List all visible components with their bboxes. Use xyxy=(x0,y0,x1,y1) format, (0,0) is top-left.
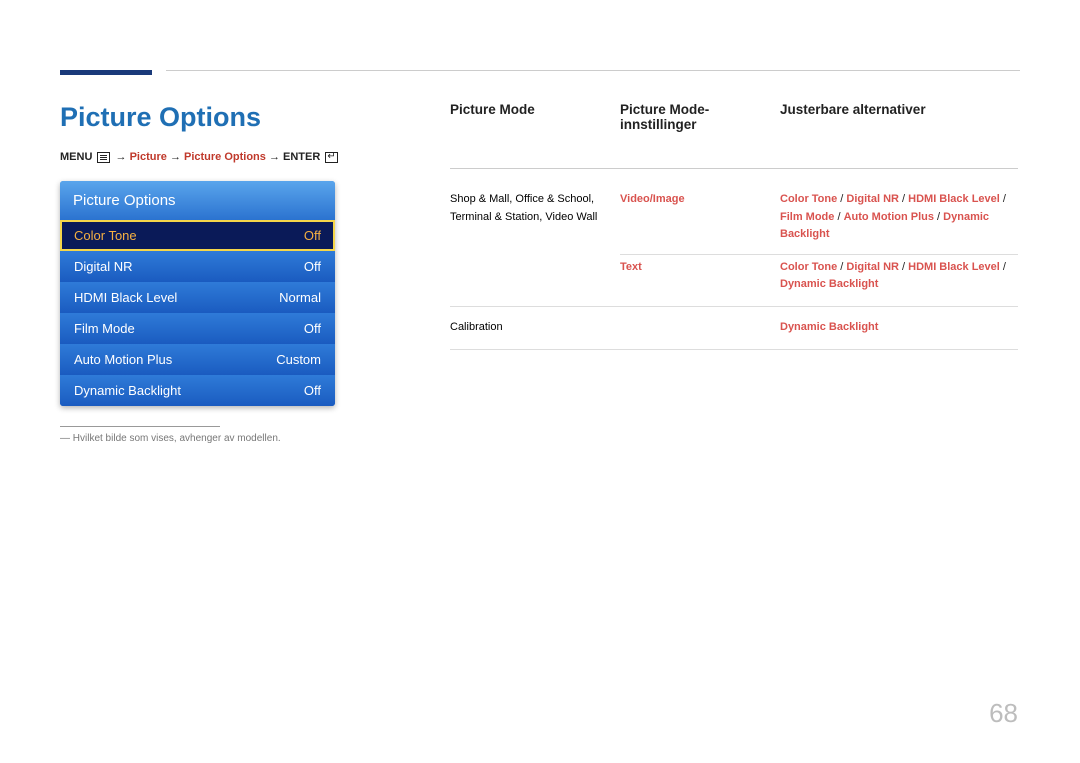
right-column: Picture Mode Picture Mode-innstillinger … xyxy=(430,102,1018,444)
menu-item-value: Normal xyxy=(279,290,321,305)
section-marker xyxy=(60,70,152,75)
menu-item-value: Off xyxy=(304,259,321,274)
menu-item[interactable]: Color Tone Off xyxy=(60,220,335,251)
arrow-icon: → xyxy=(269,151,280,163)
cell-setting: Text xyxy=(620,259,780,294)
cell-adjustable: Color Tone / Digital NR / HDMI Black Lev… xyxy=(780,191,1018,244)
menu-item-value: Off xyxy=(304,383,321,398)
menu-item-label: Film Mode xyxy=(74,321,135,336)
footnote-rule xyxy=(60,426,220,427)
cell-adjustable: Color Tone / Digital NR / HDMI Black Lev… xyxy=(780,259,1018,294)
menu-item-value: Off xyxy=(304,321,321,336)
menu-item-label: HDMI Black Level xyxy=(74,290,177,305)
menu-panel: Picture Options Color Tone Off Digital NR O… xyxy=(60,181,335,406)
left-column: Picture Options MENU → Picture → Picture… xyxy=(60,102,430,444)
cell-setting: Video/Image xyxy=(620,191,780,244)
menu-item[interactable]: Film Mode Off xyxy=(60,313,335,344)
menu-icon xyxy=(97,152,110,163)
breadcrumb-picture: Picture xyxy=(130,151,167,163)
table-row: Shop & Mall, Office & School, Terminal &… xyxy=(450,179,1018,307)
cell-picture-mode: Shop & Mall, Office & School, Terminal &… xyxy=(450,187,620,298)
breadcrumb-menu: MENU xyxy=(60,151,92,163)
menu-item-value: Off xyxy=(304,228,321,243)
cell-picture-mode: Calibration xyxy=(450,315,620,341)
th-picture-mode: Picture Mode xyxy=(450,102,620,117)
table-row: Calibration Dynamic Backlight xyxy=(450,307,1018,350)
th-picture-mode-settings: Picture Mode-innstillinger xyxy=(620,102,780,132)
arrow-icon: → xyxy=(170,151,181,163)
top-rule xyxy=(166,70,1020,71)
arrow-icon: → xyxy=(116,151,127,163)
breadcrumb: MENU → Picture → Picture Options → ENTER xyxy=(60,151,400,163)
footnote: ― Hvilket bilde som vises, avhenger av m… xyxy=(60,433,400,444)
menu-item-label: Color Tone xyxy=(74,228,137,243)
panel-title: Picture Options xyxy=(60,181,335,220)
cell-setting xyxy=(620,319,780,337)
menu-item[interactable]: Auto Motion Plus Custom xyxy=(60,344,335,375)
enter-icon xyxy=(325,152,338,163)
page-title: Picture Options xyxy=(60,102,400,133)
menu-item-value: Custom xyxy=(276,352,321,367)
table-header-row: Picture Mode Picture Mode-innstillinger … xyxy=(450,102,1018,169)
options-table: Picture Mode Picture Mode-innstillinger … xyxy=(450,102,1018,350)
breadcrumb-enter: ENTER xyxy=(283,151,320,163)
breadcrumb-picture-options: Picture Options xyxy=(184,151,266,163)
menu-item-label: Dynamic Backlight xyxy=(74,383,181,398)
cell-adjustable: Dynamic Backlight xyxy=(780,319,1018,337)
menu-item-label: Digital NR xyxy=(74,259,133,274)
menu-item[interactable]: Digital NR Off xyxy=(60,251,335,282)
th-adjustable: Justerbare alternativer xyxy=(780,102,1018,117)
page-number: 68 xyxy=(989,698,1018,729)
menu-item[interactable]: HDMI Black Level Normal xyxy=(60,282,335,313)
menu-item[interactable]: Dynamic Backlight Off xyxy=(60,375,335,406)
menu-item-label: Auto Motion Plus xyxy=(74,352,172,367)
